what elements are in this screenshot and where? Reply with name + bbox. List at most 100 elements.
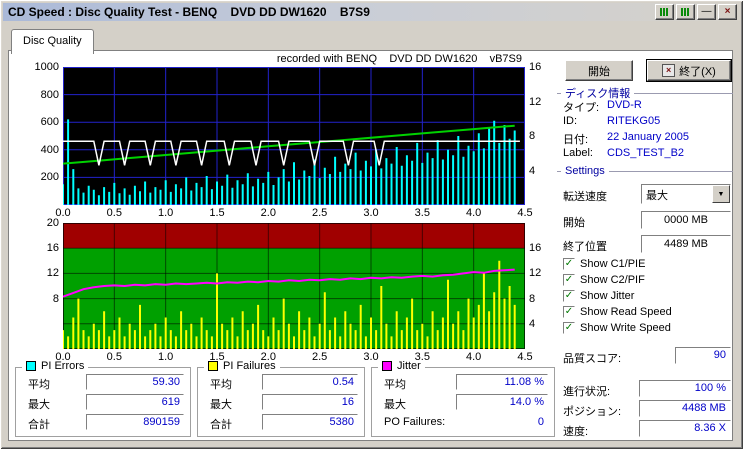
window-title: CD Speed : Disc Quality Test - BENQ DVD … <box>8 5 370 19</box>
axis-tick: 1.5 <box>207 351 227 363</box>
titlebar[interactable]: CD Speed : Disc Quality Test - BENQ DVD … <box>3 3 740 21</box>
row-label: ID: <box>563 115 577 127</box>
checkbox-label: Show C1/PIE <box>580 258 645 270</box>
axis-tick: 16 <box>529 61 551 73</box>
axis-tick: 0.0 <box>53 351 73 363</box>
green-bars-icon <box>681 8 690 16</box>
checkbox-show-c1-pie[interactable]: ✓ Show C1/PIE <box>563 257 645 271</box>
row-value: CDS_TEST_B2 <box>607 147 684 159</box>
progress-label: 進行状況: <box>563 383 610 399</box>
axis-tick: 8 <box>529 293 551 305</box>
checkbox-label: Show C2/PIF <box>580 274 645 286</box>
stat-value: 5380 <box>262 414 358 430</box>
exit-button[interactable]: × 終了(X) <box>647 60 731 81</box>
settings-header: Settings <box>557 165 733 177</box>
progress-value: 100 % <box>639 380 731 397</box>
settings-header-label: Settings <box>565 165 605 177</box>
axis-tick: 12 <box>25 267 59 279</box>
pi-errors-stats-group: PI Errors 平均59.30 最大619 合計890159 <box>15 367 191 437</box>
axis-tick: 3.0 <box>361 207 381 219</box>
checkbox-box[interactable]: ✓ <box>563 258 575 270</box>
axis-tick: 12 <box>529 267 551 279</box>
axis-tick: 4.5 <box>515 351 535 363</box>
close-button[interactable]: × <box>718 4 737 20</box>
stat-label: 最大 <box>210 396 232 412</box>
checkbox-box[interactable]: ✓ <box>563 306 575 318</box>
start-position-field[interactable]: 0000 MB <box>641 211 731 229</box>
transfer-speed-label: 転送速度 <box>563 188 607 204</box>
axis-tick: 200 <box>25 171 59 183</box>
row-label: 日付: <box>563 131 588 147</box>
stat-value: 619 <box>86 394 184 410</box>
axis-tick: 8 <box>25 293 59 305</box>
titlebar-green-icon-2[interactable] <box>676 4 695 20</box>
axis-tick: 16 <box>529 242 551 254</box>
axis-tick: 4.0 <box>464 351 484 363</box>
stat-label: PO Failures: <box>384 416 445 428</box>
combo-dropdown-button[interactable]: ▼ <box>712 185 730 203</box>
axis-tick: 1000 <box>25 61 59 73</box>
jitter-swatch <box>382 361 392 371</box>
stat-label: 最大 <box>384 396 406 412</box>
titlebar-green-icon-1[interactable] <box>655 4 674 20</box>
checkbox-label: Show Jitter <box>580 290 634 302</box>
pi-errors-chart <box>63 67 525 205</box>
axis-tick: 2.0 <box>258 207 278 219</box>
checkbox-show-c2-pif[interactable]: ✓ Show C2/PIF <box>563 273 645 287</box>
pi-failures-stats-group: PI Failures 平均0.54 最大16 合計5380 <box>197 367 365 437</box>
axis-tick: 4 <box>529 318 551 330</box>
stat-value: 0.54 <box>262 374 358 390</box>
axis-tick: 400 <box>25 144 59 156</box>
app-window: CD Speed : Disc Quality Test - BENQ DVD … <box>0 0 743 449</box>
row-label: Label: <box>563 147 593 159</box>
axis-tick: 12 <box>529 96 551 108</box>
position-value: 4488 MB <box>639 400 731 417</box>
checkbox-show-read-speed[interactable]: ✓Show Read Speed <box>563 305 672 319</box>
tab-page: recorded with BENQ DVD DD DW1620 vB7S9 P… <box>8 50 733 441</box>
axis-tick: 4 <box>529 165 551 177</box>
axis-tick: 1.0 <box>156 207 176 219</box>
axis-tick: 4.0 <box>464 207 484 219</box>
close-icon: × <box>725 7 731 17</box>
checkbox-show-jitter[interactable]: ✓ Show Jitter <box>563 289 634 303</box>
position-label: ポジション: <box>563 403 621 419</box>
disc-info-row-id: ID: RITEKG05 <box>563 115 733 129</box>
tab-label: Disc Quality <box>23 35 82 47</box>
stat-value: 14.0 % <box>456 394 548 410</box>
pie-speed-chart <box>63 67 525 205</box>
row-label: タイプ: <box>563 99 599 115</box>
stat-label: 平均 <box>384 376 406 392</box>
axis-tick: 20 <box>25 217 59 229</box>
minimize-icon: — <box>702 7 712 17</box>
axis-tick: 0.5 <box>104 351 124 363</box>
chevron-down-icon: ▼ <box>718 191 725 198</box>
axis-tick: 4.5 <box>515 207 535 219</box>
minimize-button[interactable]: — <box>697 4 716 20</box>
checkbox-box[interactable]: ✓ <box>563 290 575 302</box>
transfer-speed-value: 最大 <box>642 185 712 203</box>
stat-label: 平均 <box>210 376 232 392</box>
stat-value: 890159 <box>86 414 184 430</box>
row-value: 22 January 2005 <box>607 131 689 143</box>
tab-disc-quality[interactable]: Disc Quality <box>11 29 94 54</box>
speed-label: 速度: <box>563 423 588 439</box>
check-icon: ✓ <box>565 259 573 269</box>
checkbox-show-write-speed[interactable]: ✓Show Write Speed <box>563 321 671 335</box>
pif-jitter-chart <box>63 223 525 349</box>
checkbox-box[interactable]: ✓ <box>563 322 575 334</box>
exit-icon: × <box>662 64 675 77</box>
axis-tick: 16 <box>25 242 59 254</box>
stat-label: 最大 <box>28 396 50 412</box>
start-button[interactable]: 開始 <box>565 60 633 81</box>
axis-tick: 3.5 <box>412 207 432 219</box>
quality-score-value: 90 <box>675 347 731 364</box>
axis-tick: 2.0 <box>258 351 278 363</box>
pi-errors-swatch <box>26 361 36 371</box>
checkbox-box[interactable]: ✓ <box>563 274 575 286</box>
green-bars-icon <box>660 8 669 16</box>
transfer-speed-select[interactable]: 最大 ▼ <box>641 184 731 204</box>
row-value: RITEKG05 <box>607 115 660 127</box>
stat-value: 16 <box>262 394 358 410</box>
end-position-field[interactable]: 4489 MB <box>641 235 731 253</box>
axis-tick: 1.0 <box>156 351 176 363</box>
